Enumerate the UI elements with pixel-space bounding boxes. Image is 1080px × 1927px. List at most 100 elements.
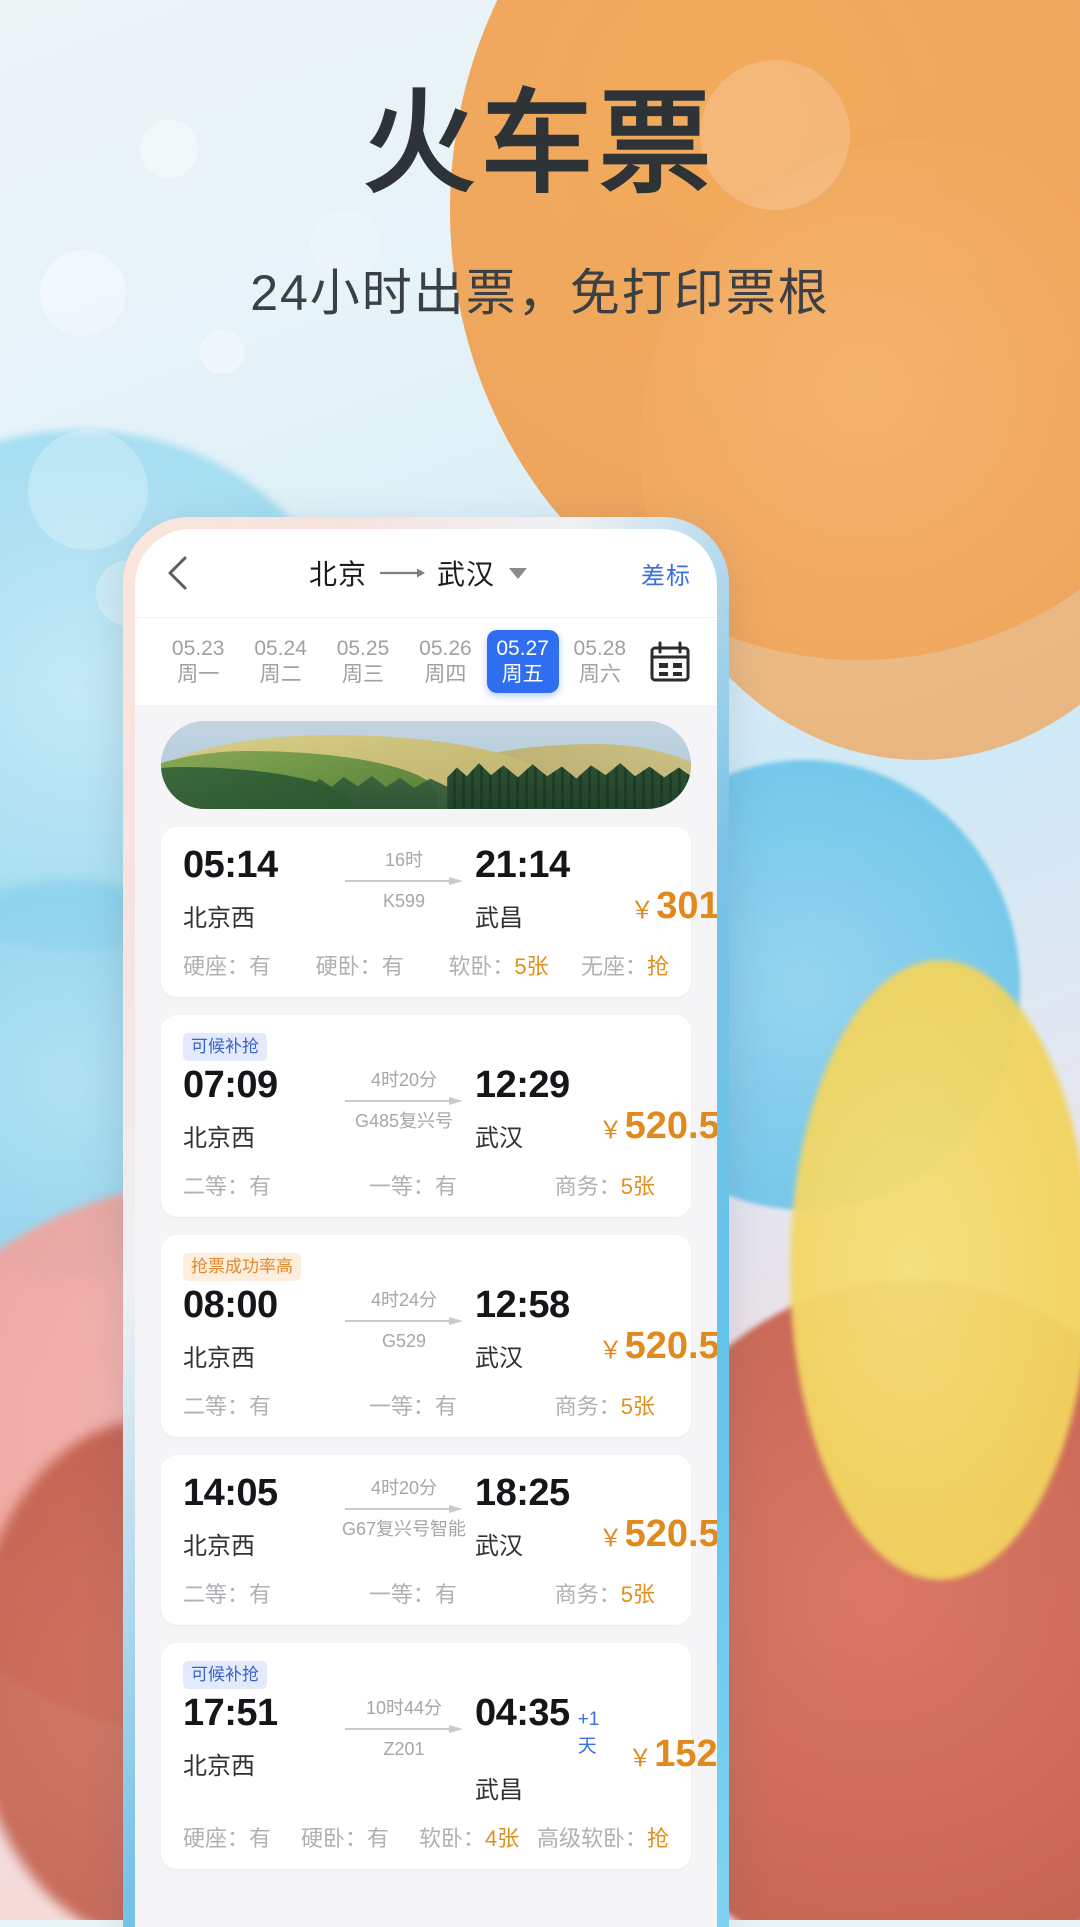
train-number: G67复兴号智能 bbox=[341, 1518, 467, 1539]
date-tab-date: 05.24 bbox=[254, 637, 307, 661]
background-bubble bbox=[200, 330, 244, 374]
seat-label: 一等： bbox=[368, 1174, 435, 1200]
travel-standard-button[interactable]: 差标 bbox=[641, 556, 691, 591]
phone-screen: 北京 武汉 差标 05.23 周一 05.24 周二 05.25 周三 05.2… bbox=[135, 529, 717, 1927]
seat-label: 软卧： bbox=[448, 954, 515, 980]
currency-symbol: ￥ bbox=[598, 1117, 623, 1145]
seat-class: 硬座：有 bbox=[183, 949, 316, 981]
seat-class: 二等：有 bbox=[183, 1389, 369, 1421]
price-value: 520.5 bbox=[624, 1325, 717, 1368]
calendar-icon[interactable] bbox=[641, 640, 699, 684]
seat-availability-row: 硬座：有 硬卧：有 软卧：4张 高级软卧：抢 bbox=[183, 1821, 669, 1853]
arrow-right-icon bbox=[333, 876, 475, 888]
arrive-time: 12:29 bbox=[475, 1064, 570, 1107]
seat-value: 4张 bbox=[484, 1826, 520, 1852]
seat-availability-row: 二等：有 一等：有 商务：5张 bbox=[183, 1577, 669, 1609]
route-selector[interactable]: 北京 武汉 bbox=[195, 553, 641, 593]
seat-label: 硬座： bbox=[183, 1826, 250, 1852]
train-card[interactable]: 抢票成功率高 08:00 北京西 4时24分 G529 12:58 武汉 ￥52… bbox=[161, 1235, 717, 1438]
seat-value: 5张 bbox=[620, 1394, 656, 1420]
seat-value: 有 bbox=[367, 1826, 390, 1852]
page-subtitle: 24小时出票，免打印票根 bbox=[250, 265, 830, 321]
seat-label: 一等： bbox=[368, 1394, 435, 1420]
train-card-main: 08:00 北京西 4时24分 G529 12:58 武汉 ￥520.5 bbox=[183, 1284, 717, 1373]
arrival-block: 04:35 +1天 武昌 bbox=[475, 1693, 599, 1805]
background-blob-yellow bbox=[790, 960, 1080, 1580]
train-card[interactable]: 14:05 北京西 4时20分 G67复兴号智能 18:25 武汉 ￥520.5… bbox=[161, 1455, 717, 1626]
price-value: 152.5 bbox=[654, 1733, 717, 1776]
date-tab-selected[interactable]: 05.27 周五 bbox=[486, 630, 559, 693]
train-card[interactable]: 可候补抢 07:09 北京西 4时20分 G485复兴号 12:29 武汉 ￥5… bbox=[161, 1015, 717, 1218]
seat-label: 硬卧： bbox=[300, 1826, 367, 1852]
date-tab-weekday: 周五 bbox=[501, 662, 544, 686]
seat-value: 有 bbox=[434, 1174, 457, 1200]
price-block: ￥520.5 bbox=[570, 1473, 717, 1553]
date-selector: 05.23 周一 05.24 周二 05.25 周三 05.26 周四 05.2… bbox=[135, 617, 717, 705]
seat-class: 高级软卧：抢 bbox=[537, 1821, 669, 1853]
seat-class: 硬座：有 bbox=[183, 1821, 301, 1853]
hero-text-block: 火车票 24小时出票，免打印票根 bbox=[0, 88, 1080, 321]
arrive-station: 武昌 bbox=[475, 905, 523, 933]
seat-value: 有 bbox=[249, 1582, 272, 1608]
depart-time: 14:05 bbox=[183, 1472, 278, 1515]
departure-block: 05:14 北京西 bbox=[183, 844, 333, 933]
price-value: 520.5 bbox=[624, 1105, 717, 1148]
train-card[interactable]: 可候补抢 17:51 北京西 10时44分 Z201 04:35 +1天 武昌 … bbox=[161, 1643, 717, 1870]
seat-value: 有 bbox=[381, 954, 404, 980]
seat-class: 硬卧：有 bbox=[301, 1821, 419, 1853]
seat-label: 软卧： bbox=[418, 1826, 485, 1852]
seat-class: 软卧：5张 bbox=[448, 949, 581, 981]
seat-value: 有 bbox=[434, 1394, 457, 1420]
train-list: 05:14 北京西 16时 K599 21:14 武昌 ￥301 硬座：有 硬卧… bbox=[135, 809, 717, 1870]
depart-station: 北京西 bbox=[183, 1345, 255, 1373]
seat-value: 5张 bbox=[620, 1582, 656, 1608]
train-card-main: 05:14 北京西 16时 K599 21:14 武昌 ￥301 bbox=[183, 844, 717, 933]
departure-block: 07:09 北京西 bbox=[183, 1064, 333, 1153]
journey-block: 4时20分 G485复兴号 bbox=[333, 1065, 475, 1132]
train-card-main: 17:51 北京西 10时44分 Z201 04:35 +1天 武昌 ￥152 bbox=[183, 1693, 717, 1805]
arrive-time: 12:58 bbox=[475, 1284, 570, 1327]
ticket-price: ￥520.5 bbox=[570, 1285, 717, 1365]
arrow-right-icon bbox=[379, 566, 425, 580]
seat-class: 二等：有 bbox=[183, 1577, 369, 1609]
seat-label: 商务： bbox=[554, 1394, 621, 1420]
arrival-block: 12:29 武汉 bbox=[475, 1064, 570, 1153]
seat-class: 无座：抢 bbox=[581, 949, 669, 981]
date-tab-weekday: 周三 bbox=[342, 662, 385, 686]
chevron-left-icon[interactable] bbox=[161, 556, 195, 590]
arrow-right-icon bbox=[333, 1096, 475, 1108]
date-tab-date: 05.27 bbox=[496, 637, 549, 661]
depart-station: 北京西 bbox=[183, 1125, 255, 1153]
seat-class: 软卧：4张 bbox=[419, 1821, 537, 1853]
seat-availability-row: 二等：有 一等：有 商务：5张 bbox=[183, 1389, 669, 1421]
train-card[interactable]: 05:14 北京西 16时 K599 21:14 武昌 ￥301 硬座：有 硬卧… bbox=[161, 827, 717, 998]
departure-block: 08:00 北京西 bbox=[183, 1285, 333, 1373]
arrow-right-icon bbox=[333, 1316, 475, 1328]
train-number: G529 bbox=[381, 1330, 427, 1351]
depart-time: 08:00 bbox=[183, 1284, 278, 1327]
date-tab[interactable]: 05.26 周四 bbox=[404, 630, 486, 692]
date-tab[interactable]: 05.28 周六 bbox=[559, 630, 641, 692]
seat-label: 无座： bbox=[580, 954, 647, 980]
background-bubble bbox=[28, 430, 148, 550]
date-tab[interactable]: 05.25 周三 bbox=[322, 630, 404, 692]
seat-label: 高级软卧： bbox=[536, 1826, 647, 1852]
arrow-right-icon bbox=[333, 1724, 475, 1736]
arrive-station: 武昌 bbox=[475, 1777, 523, 1805]
date-tab[interactable]: 05.23 周一 bbox=[157, 630, 239, 692]
origin-city: 北京 bbox=[308, 559, 367, 590]
seat-class: 商务：5张 bbox=[555, 1169, 655, 1201]
seat-value: 抢 bbox=[646, 1826, 669, 1852]
depart-time: 07:09 bbox=[183, 1064, 278, 1107]
seat-label: 二等： bbox=[183, 1582, 250, 1608]
price-block: ￥301 bbox=[570, 845, 717, 925]
scenic-landscape-banner[interactable] bbox=[161, 721, 691, 809]
date-tab-weekday: 周二 bbox=[259, 662, 302, 686]
seat-value: 抢 bbox=[646, 954, 669, 980]
seat-value: 有 bbox=[249, 1174, 272, 1200]
date-tab-date: 05.25 bbox=[336, 637, 390, 661]
arrival-block: 21:14 武昌 bbox=[475, 844, 570, 933]
depart-station: 北京西 bbox=[183, 905, 255, 933]
journey-block: 16时 K599 bbox=[333, 845, 475, 912]
date-tab[interactable]: 05.24 周二 bbox=[239, 630, 321, 692]
